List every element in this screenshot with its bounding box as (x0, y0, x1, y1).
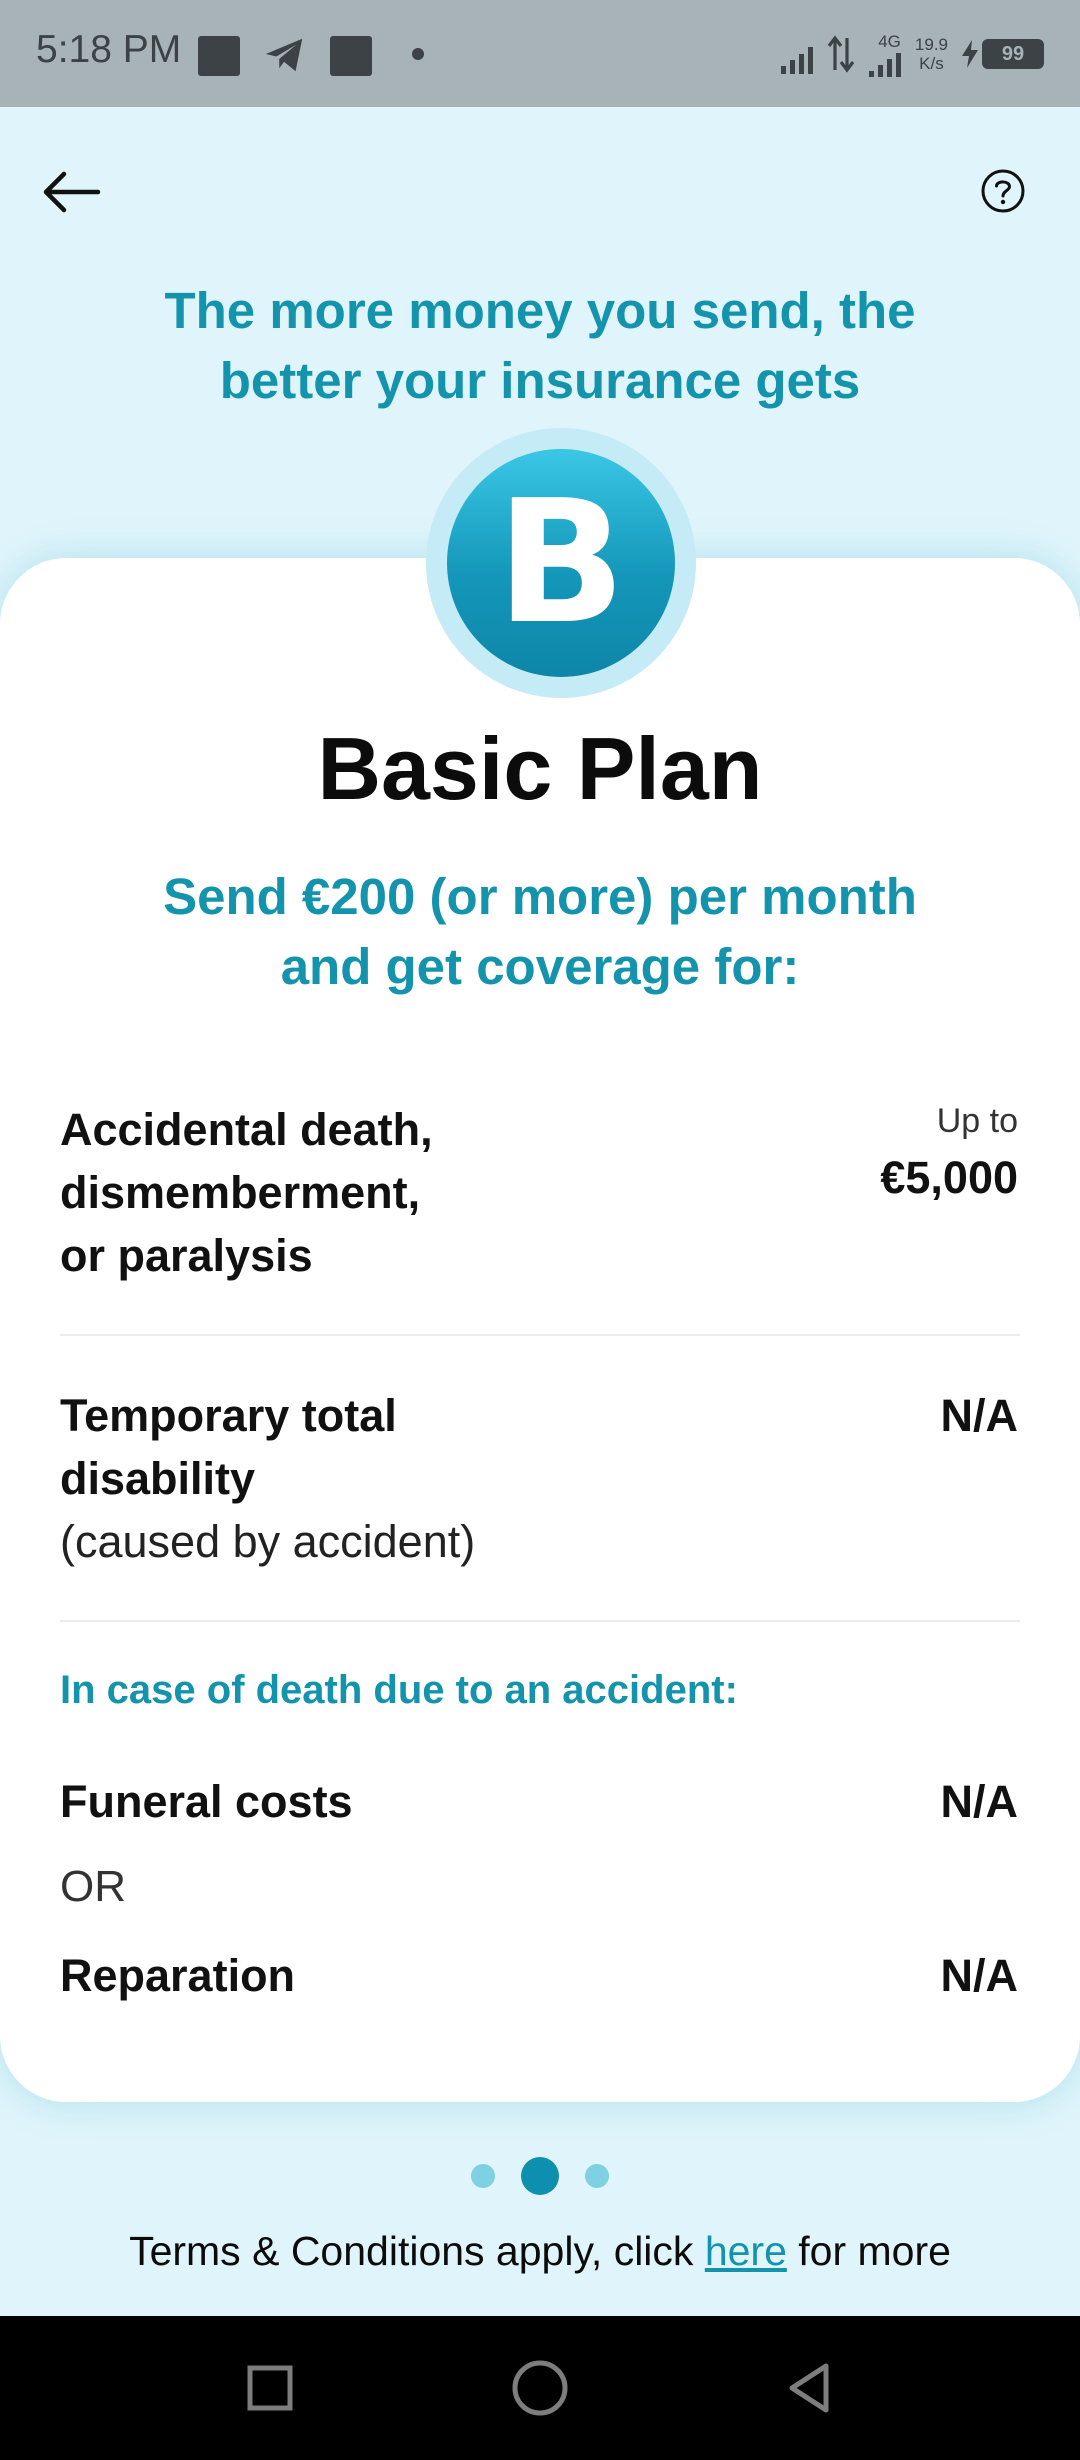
pager-dot[interactable] (471, 2164, 495, 2188)
more-notifications-dot (412, 48, 424, 60)
label-note: (caused by accident) (60, 1516, 476, 1567)
coverage-accidental-death-label: Accidental death, dismemberment, or para… (60, 1098, 433, 1287)
label-line: or paralysis (60, 1230, 313, 1281)
terms-link[interactable]: here (705, 2228, 787, 2274)
recents-square-icon[interactable] (238, 2356, 302, 2420)
help-icon[interactable] (980, 168, 1026, 214)
back-triangle-icon[interactable] (778, 2356, 842, 2420)
or-separator: OR (60, 1862, 126, 1911)
status-time: 5:18 PM (36, 28, 182, 71)
coverage-reparation-value: N/A (940, 1950, 1019, 2001)
plan-badge: B (447, 449, 675, 677)
coverage-disability-value: N/A (940, 1390, 1019, 1441)
status-indicators: 4G 19.9 K/s 99 (780, 26, 1044, 82)
telegram-icon (265, 38, 303, 72)
home-circle-icon[interactable] (508, 2356, 572, 2420)
notification-app-icon (330, 36, 372, 76)
coverage-accidental-death-value: €5,000 (880, 1152, 1018, 1203)
network-speed: 19.9 K/s (915, 35, 948, 73)
pager-dot-active[interactable] (521, 2157, 559, 2195)
terms-before: Terms & Conditions apply, click (129, 2228, 705, 2274)
coverage-funeral-label: Funeral costs (60, 1776, 353, 1827)
network-speed-value: 19.9 (914, 35, 948, 54)
battery-icon: 99 (982, 39, 1044, 69)
network-type-label: 4G (878, 31, 901, 51)
signal-icon (780, 34, 813, 74)
pager-dot[interactable] (585, 2164, 609, 2188)
label-line: Temporary total (60, 1390, 397, 1441)
battery-level: 99 (1001, 42, 1025, 65)
back-arrow-icon[interactable] (36, 160, 116, 224)
headline: The more money you send, the better your… (164, 282, 916, 409)
coverage-disability-label: Temporary total disability (caused by ac… (60, 1384, 475, 1573)
signal-4g-icon (868, 51, 901, 77)
coverage-reparation-label: Reparation (60, 1950, 296, 2001)
notification-app-icon (198, 36, 240, 76)
coverage-funeral-value: N/A (940, 1776, 1019, 1827)
data-transfer-icon (827, 35, 855, 73)
death-section-label: In case of death due to an accident: (60, 1668, 738, 1712)
plan-pager (0, 2156, 1080, 2196)
plan-subtitle: Send €200 (or more) per month and get co… (163, 868, 917, 995)
battery-indicator: 99 (962, 39, 1044, 69)
terms-text: Terms & Conditions apply, click here for… (0, 2228, 1080, 2275)
divider (60, 1620, 1020, 1622)
charging-bolt-icon (962, 40, 978, 68)
status-bar: 5:18 PM 4G 19.9 K/s 99 (0, 0, 1080, 107)
network-4g: 4G (868, 31, 901, 77)
plan-title: Basic Plan (317, 719, 763, 818)
terms-after: for more (786, 2228, 951, 2274)
label-line: disability (60, 1453, 256, 1504)
coverage-prefix: Up to (936, 1102, 1018, 1140)
system-nav-bar (0, 2316, 1080, 2460)
divider (60, 1334, 1020, 1336)
label-line: dismemberment, (60, 1167, 421, 1218)
label-line: Accidental death, (60, 1104, 433, 1155)
network-speed-unit: K/s (919, 54, 944, 73)
